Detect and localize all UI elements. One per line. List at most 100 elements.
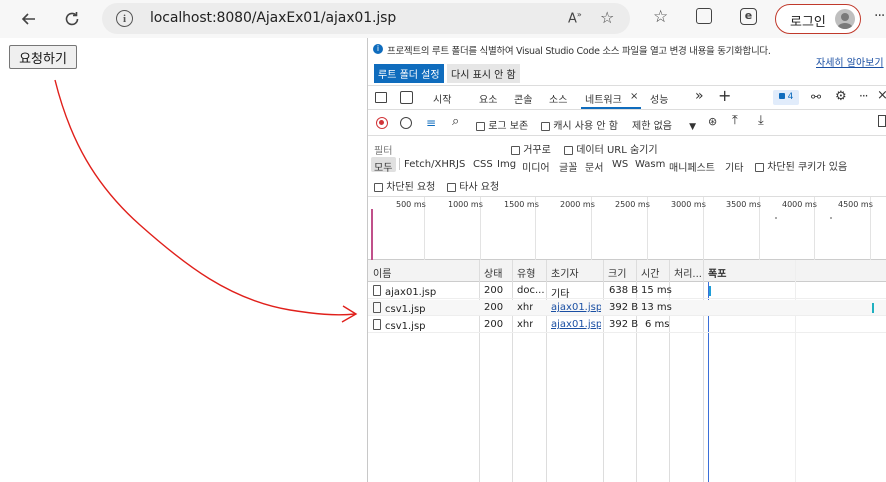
col-initiator[interactable]: 초기자 [551, 265, 579, 280]
cell-time: 6 ms [645, 319, 670, 330]
document-icon [373, 302, 381, 313]
set-root-folder-button[interactable]: 루트 폴더 설정 [374, 64, 444, 83]
preserve-log-label: 로그 보존 [488, 121, 529, 132]
clear-icon[interactable] [400, 117, 412, 129]
export-har-icon[interactable]: ⤓ [758, 113, 764, 128]
preserve-log-checkbox[interactable]: 로그 보존 [476, 117, 528, 132]
network-toolbar: ≡ ⌕ 로그 보존 캐시 사용 안 함 제한 없음 ▼ ⊛ ⤒ ⤓ [368, 110, 886, 136]
cell-initiator[interactable]: ajax01.jsp... [551, 319, 601, 330]
col-type[interactable]: 유형 [517, 265, 535, 280]
third-party-checkbox[interactable]: 타사 요청 [447, 178, 499, 193]
disable-cache-label: 캐시 사용 안 함 [553, 121, 618, 132]
tab-console[interactable]: 콘솔 [514, 91, 532, 106]
col-name[interactable]: 이름 [373, 265, 391, 280]
col-waterfall[interactable]: 폭포 [708, 265, 726, 280]
filter-type-js[interactable]: JS [456, 159, 465, 170]
network-conditions-icon[interactable]: ⊛ [708, 115, 717, 128]
issue-count: 4 [787, 92, 794, 102]
timeline-tick-label: 500 ms [396, 200, 426, 209]
record-icon[interactable] [376, 117, 388, 129]
table-row[interactable]: csv1.jsp 200 xhr ajax01.jsp... 392 B 13 … [368, 300, 886, 316]
throttle-value: 제한 없음 [632, 121, 672, 132]
close-tab-icon[interactable]: × [630, 91, 638, 102]
tab-network[interactable]: 네트워크 [585, 91, 622, 106]
search-icon[interactable]: ⌕ [452, 114, 459, 129]
filter-type-ws[interactable]: WS [612, 159, 628, 170]
filter-type-other[interactable]: 기타 [725, 159, 743, 174]
document-icon [373, 319, 381, 330]
cell-type: xhr [517, 319, 534, 330]
filter-type-wasm[interactable]: Wasm [635, 159, 665, 170]
tab-welcome[interactable]: 시작 [433, 91, 451, 106]
infobar-message: 프로젝트의 루트 폴더를 식별하여 Visual Studio Code 소스 … [387, 46, 771, 57]
disable-cache-checkbox[interactable]: 캐시 사용 안 함 [541, 117, 618, 132]
timeline-tick-label: 4500 ms [838, 200, 873, 209]
cell-initiator: 기타 [551, 289, 570, 300]
cell-time: 15 ms [641, 285, 672, 296]
filter-type-css[interactable]: CSS [473, 159, 493, 170]
filter-type-font[interactable]: 글꼴 [559, 159, 577, 174]
cell-type: doc... [517, 285, 545, 296]
devtools-more-icon[interactable]: ··· [859, 89, 869, 103]
blocked-requests-label: 차단된 요청 [386, 182, 436, 193]
timeline-tick-label: 4000 ms [782, 200, 817, 209]
blocked-cookies-label: 차단된 쿠키가 있음 [767, 162, 848, 173]
cell-name: csv1.jsp [373, 302, 478, 315]
filter-type-manifest[interactable]: 매니페스트 [669, 159, 715, 174]
timeline-dot [830, 217, 832, 219]
invert-label: 거꾸로 [523, 145, 551, 156]
cell-name: csv1.jsp [373, 319, 478, 332]
cell-status: 200 [484, 285, 504, 296]
hide-data-url-checkbox[interactable]: 데이터 URL 숨기기 [564, 141, 658, 156]
cell-initiator[interactable]: ajax01.jsp... [551, 302, 601, 313]
col-status[interactable]: 상태 [484, 265, 502, 280]
inspect-icon[interactable] [375, 92, 387, 103]
timeline-dot [775, 217, 777, 219]
table-row[interactable]: ajax01.jsp 200 doc... 기타 638 B 15 ms [368, 283, 886, 300]
table-row[interactable]: csv1.jsp 200 xhr ajax01.jsp... 392 B 6 m… [368, 317, 886, 333]
waterfall-bar [872, 303, 874, 313]
issues-badge[interactable]: 4 [773, 90, 799, 105]
filter-type-media[interactable]: 미디어 [522, 159, 550, 174]
filter-type-all[interactable]: 모두 [374, 159, 392, 174]
filter-input[interactable]: 필터 [374, 142, 392, 157]
col-size[interactable]: 크기 [608, 265, 626, 280]
close-devtools-icon[interactable]: × [877, 88, 886, 103]
filter-type-fetch-xhr[interactable]: Fetch/XHR [404, 159, 456, 170]
more-tabs-icon[interactable]: » [695, 88, 704, 104]
dont-show-again-button[interactable]: 다시 표시 안 함 [447, 64, 520, 83]
import-har-icon[interactable]: ⤒ [732, 113, 738, 128]
customize-icon[interactable]: ⚯ [811, 90, 821, 104]
active-tab-indicator [581, 107, 641, 109]
cell-status: 200 [484, 302, 504, 313]
network-settings-icon[interactable] [878, 115, 886, 127]
col-processing[interactable]: 처리... [674, 265, 702, 280]
col-time[interactable]: 시간 [641, 265, 659, 280]
settings-gear-icon[interactable]: ⚙ [835, 89, 847, 104]
hide-data-url-label: 데이터 URL 숨기기 [576, 145, 658, 156]
timeline-tick-label: 3500 ms [726, 200, 761, 209]
info-icon: i [373, 44, 383, 54]
tab-performance[interactable]: 성능 [650, 91, 668, 106]
cell-name: ajax01.jsp [373, 285, 478, 298]
invert-checkbox[interactable]: 거꾸로 [511, 141, 551, 156]
blocked-requests-checkbox[interactable]: 차단된 요청 [374, 178, 435, 193]
cell-status: 200 [484, 319, 504, 330]
blocked-cookies-checkbox[interactable]: 차단된 쿠키가 있음 [755, 158, 847, 173]
device-emulation-icon[interactable] [400, 91, 413, 104]
cell-size: 392 B [609, 302, 639, 313]
filter-type-img[interactable]: Img [497, 159, 516, 170]
timeline-tick-label: 1000 ms [448, 200, 483, 209]
learn-more-link[interactable]: 자세히 알아보기 [816, 54, 884, 69]
cell-size: 392 B [609, 319, 639, 330]
cell-type: xhr [517, 302, 534, 313]
tab-elements[interactable]: 요소 [479, 91, 497, 106]
filter-type-doc[interactable]: 문서 [585, 159, 603, 174]
filter-icon[interactable]: ≡ [426, 116, 436, 130]
infobar: i 프로젝트의 루트 폴더를 식별하여 Visual Studio Code 소… [368, 38, 886, 86]
tab-sources[interactable]: 소스 [549, 91, 567, 106]
throttle-select[interactable]: 제한 없음 ▼ [632, 117, 696, 132]
waterfall-bar [709, 286, 711, 296]
add-tab-icon[interactable]: + [718, 86, 731, 105]
timeline-overview[interactable]: 500 ms 1000 ms 1500 ms 2000 ms 2500 ms 3… [368, 196, 886, 261]
